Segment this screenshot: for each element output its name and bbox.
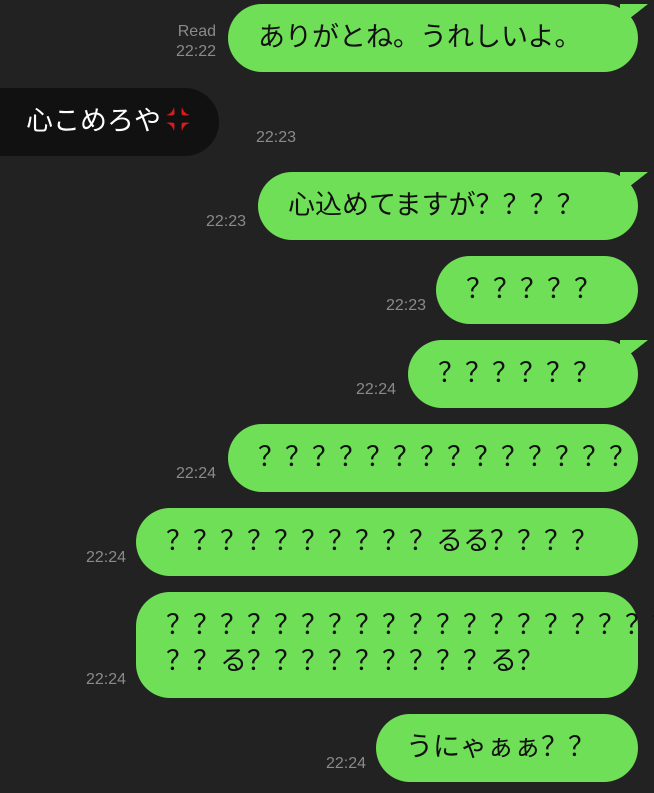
outgoing-message-bubble[interactable]: ？？？？？ <box>436 256 638 324</box>
bubble-tail <box>620 4 648 26</box>
anger-icon <box>166 107 190 131</box>
timestamp: 22:23 <box>385 297 426 314</box>
timestamp: 22:24 <box>85 671 126 688</box>
message-text: ？？？？？？？？？？るる？？？？ <box>166 526 598 557</box>
message-text: ？？？？？？？？？？？？？？ <box>258 442 636 473</box>
read-receipt: Read 22:22 <box>150 22 216 62</box>
timestamp: 22:22 <box>175 43 216 60</box>
outgoing-message-bubble[interactable]: ？？？？？？ <box>408 340 638 408</box>
message-text: 心こめろや <box>26 106 161 137</box>
message-text-line: ？？？？？？？？？？？？？？？？？？？ <box>166 610 654 641</box>
message-text: ？？？？？ <box>466 274 601 305</box>
message-text: 心込めてますが？？？？ <box>288 190 584 221</box>
message-text-line: ？？る？？？？？？？？？る？ <box>166 646 544 677</box>
timestamp: 22:24 <box>355 381 396 398</box>
timestamp: 22:24 <box>175 465 216 482</box>
bubble-tail <box>620 172 648 194</box>
outgoing-message-bubble[interactable]: ありがとね。うれしいよ。 <box>228 4 638 72</box>
message-text: ？？？？？？ <box>438 358 600 389</box>
timestamp: 22:23 <box>256 129 297 146</box>
read-label: Read <box>177 23 216 40</box>
bubble-tail <box>620 340 648 362</box>
timestamp: 22:24 <box>85 549 126 566</box>
outgoing-message-bubble[interactable]: ？？？？？？？？？？？？？？ <box>228 424 638 492</box>
timestamp: 22:24 <box>325 755 366 772</box>
incoming-message-bubble[interactable]: 心こめろや <box>0 88 219 156</box>
timestamp: 22:23 <box>205 213 246 230</box>
outgoing-message-bubble[interactable]: ？？？？？？？？？？？？？？？？？？？ ？？る？？？？？？？？？る？ <box>136 592 654 698</box>
message-text: ありがとね。うれしいよ。 <box>258 22 582 53</box>
outgoing-message-bubble[interactable]: 心込めてますが？？？？ <box>258 172 638 240</box>
outgoing-message-bubble[interactable]: ？？？？？？？？？？るる？？？？ <box>136 508 638 576</box>
outgoing-message-bubble[interactable]: うにゃぁぁ？？ <box>376 714 638 782</box>
message-text: うにゃぁぁ？？ <box>406 732 595 763</box>
